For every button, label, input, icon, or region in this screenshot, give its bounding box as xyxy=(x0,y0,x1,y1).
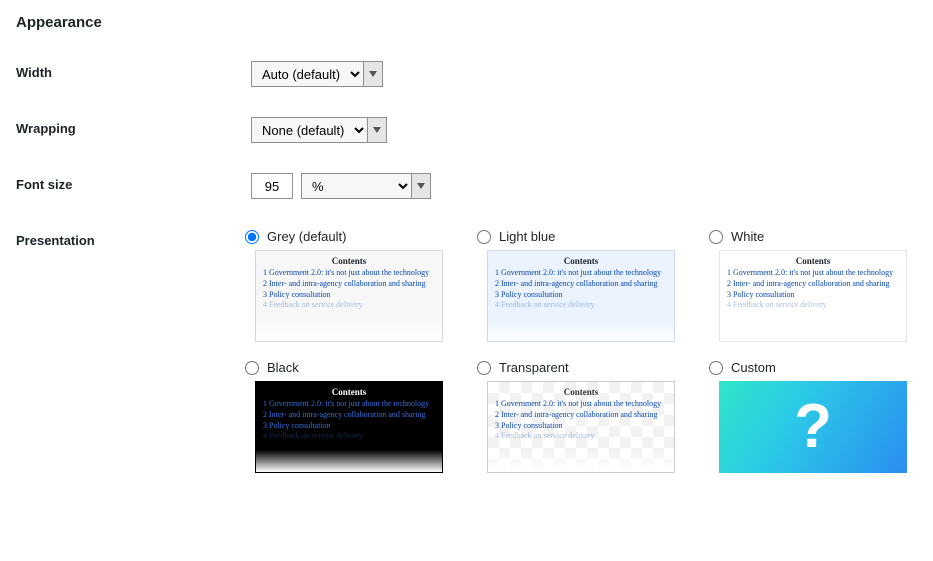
preview-title: Contents xyxy=(263,387,435,397)
presentation-option-label: Light blue xyxy=(499,229,555,244)
presentation-preview-lightblue[interactable]: Contents 1 Government 2.0: it's not just … xyxy=(487,250,675,342)
presentation-option-lightblue: Light blue Contents 1 Government 2.0: it's… xyxy=(477,229,685,342)
fontsize-label: Font size xyxy=(16,173,251,192)
presentation-radio-row[interactable]: Black xyxy=(245,360,453,375)
presentation-option-white: White Contents 1 Government 2.0: it's not … xyxy=(709,229,917,342)
preview-item: 1 Government 2.0: it's not just about th… xyxy=(263,268,435,279)
presentation-radio-row[interactable]: Grey (default) xyxy=(245,229,453,244)
section-title: Appearance xyxy=(16,14,917,31)
preview-item: 2 Inter- and intra-agency collaboration … xyxy=(263,410,435,421)
presentation-radio-row[interactable]: Custom xyxy=(709,360,917,375)
presentation-radio-row[interactable]: White xyxy=(709,229,917,244)
presentation-preview-transparent[interactable]: Contents 1 Government 2.0: it's not just … xyxy=(487,381,675,473)
presentation-option-label: Black xyxy=(267,360,299,375)
preview-item: 1 Government 2.0: it's not just about th… xyxy=(727,268,899,279)
presentation-radio-grey[interactable] xyxy=(245,230,259,244)
fontsize-input[interactable] xyxy=(251,173,293,199)
preview-item: 1 Government 2.0: it's not just about th… xyxy=(495,399,667,410)
width-select[interactable]: Auto (default) xyxy=(251,61,383,87)
preview-item: 2 Inter- and intra-agency collaboration … xyxy=(727,279,899,290)
presentation-option-label: White xyxy=(731,229,764,244)
presentation-preview-grey[interactable]: Contents 1 Government 2.0: it's not just … xyxy=(255,250,443,342)
presentation-option-grey: Grey (default) Contents 1 Government 2.0: … xyxy=(245,229,453,342)
preview-item: 4 Feedback on service delivery xyxy=(495,431,667,442)
preview-item: 4 Feedback on service delivery xyxy=(263,431,435,442)
preview-title: Contents xyxy=(495,256,667,266)
wrapping-label: Wrapping xyxy=(16,117,251,136)
chevron-down-icon xyxy=(363,61,383,87)
presentation-preview-custom[interactable]: ? xyxy=(719,381,907,473)
preview-item: 4 Feedback on service delivery xyxy=(495,300,667,311)
preview-item: 1 Government 2.0: it's not just about th… xyxy=(263,399,435,410)
preview-item: 4 Feedback on service delivery xyxy=(727,300,899,311)
presentation-option-label: Grey (default) xyxy=(267,229,346,244)
presentation-radio-black[interactable] xyxy=(245,361,259,375)
presentation-preview-black[interactable]: Contents 1 Government 2.0: it's not just … xyxy=(255,381,443,473)
presentation-radio-row[interactable]: Light blue xyxy=(477,229,685,244)
preview-item: 3 Policy consultation xyxy=(263,290,435,301)
presentation-radio-lightblue[interactable] xyxy=(477,230,491,244)
chevron-down-icon xyxy=(367,117,387,143)
row-presentation: Presentation Grey (default) Contents 1 Gov… xyxy=(16,229,917,473)
presentation-preview-white[interactable]: Contents 1 Government 2.0: it's not just … xyxy=(719,250,907,342)
preview-item: 3 Policy consultation xyxy=(727,290,899,301)
fontsize-unit-select[interactable]: % xyxy=(301,173,431,199)
preview-title: Contents xyxy=(495,387,667,397)
width-select-native[interactable]: Auto (default) xyxy=(251,61,363,87)
row-fontsize: Font size % xyxy=(16,173,917,199)
presentation-radio-transparent[interactable] xyxy=(477,361,491,375)
preview-item: 3 Policy consultation xyxy=(495,290,667,301)
presentation-radio-white[interactable] xyxy=(709,230,723,244)
presentation-option-label: Custom xyxy=(731,360,776,375)
preview-item: 2 Inter- and intra-agency collaboration … xyxy=(263,279,435,290)
preview-item: 4 Feedback on service delivery xyxy=(263,300,435,311)
presentation-option-custom: Custom? xyxy=(709,360,917,473)
wrapping-select-native[interactable]: None (default) xyxy=(251,117,367,143)
preview-item: 1 Government 2.0: it's not just about th… xyxy=(495,268,667,279)
preview-title: Contents xyxy=(727,256,899,266)
presentation-radio-row[interactable]: Transparent xyxy=(477,360,685,375)
preview-item: 3 Policy consultation xyxy=(495,421,667,432)
presentation-option-label: Transparent xyxy=(499,360,569,375)
preview-title: Contents xyxy=(263,256,435,266)
preview-item: 2 Inter- and intra-agency collaboration … xyxy=(495,410,667,421)
fontsize-unit-native[interactable]: % xyxy=(301,173,411,199)
row-width: Width Auto (default) xyxy=(16,61,917,87)
width-label: Width xyxy=(16,61,251,80)
question-mark-icon: ? xyxy=(794,396,832,458)
preview-item: 2 Inter- and intra-agency collaboration … xyxy=(495,279,667,290)
presentation-option-black: Black Contents 1 Government 2.0: it's not … xyxy=(245,360,453,473)
row-wrapping: Wrapping None (default) xyxy=(16,117,917,143)
presentation-option-transparent: Transparent Contents 1 Government 2.0: it'… xyxy=(477,360,685,473)
chevron-down-icon xyxy=(411,173,431,199)
preview-item: 3 Policy consultation xyxy=(263,421,435,432)
wrapping-select[interactable]: None (default) xyxy=(251,117,387,143)
presentation-radio-custom[interactable] xyxy=(709,361,723,375)
presentation-label: Presentation xyxy=(16,229,245,248)
